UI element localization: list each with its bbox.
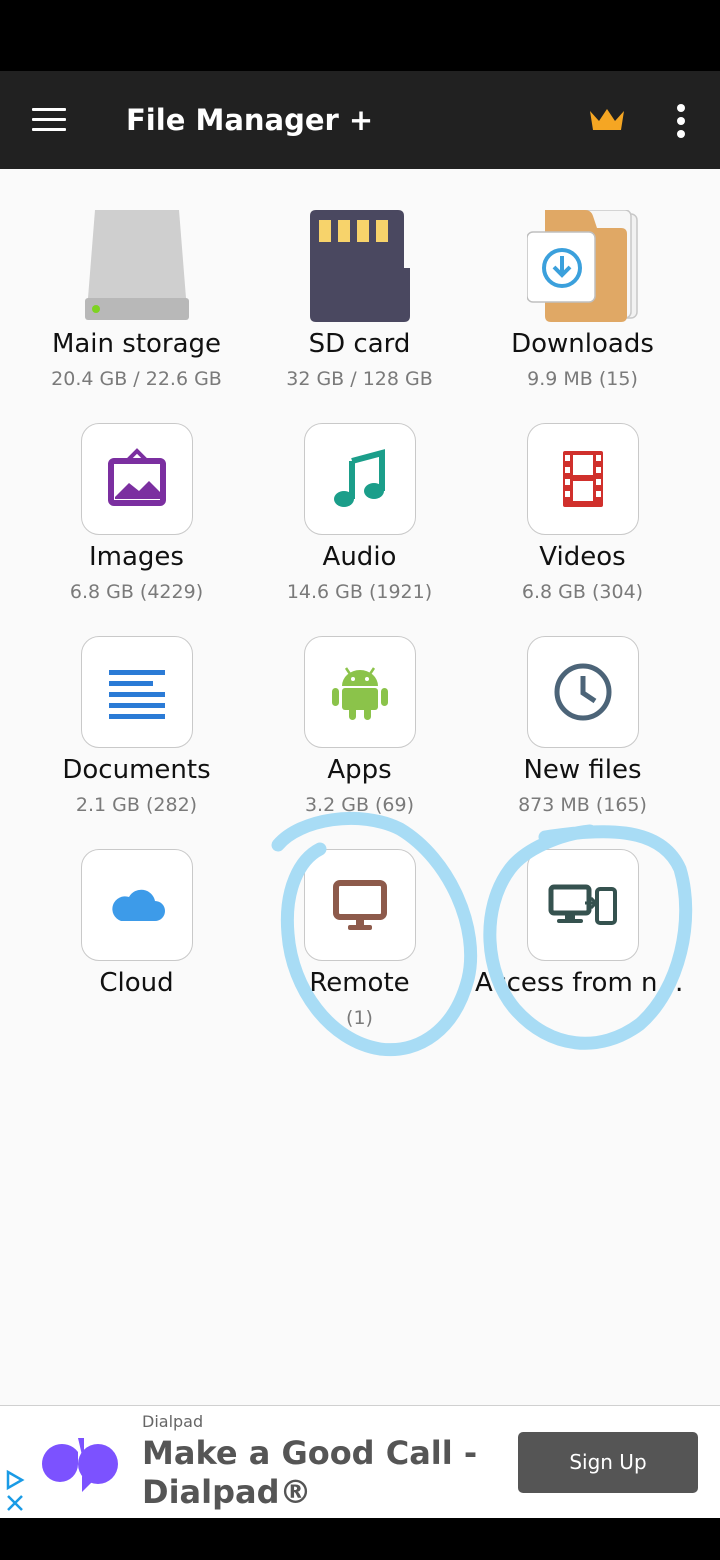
film-strip-icon [527,423,639,535]
sd-card-icon [304,210,416,322]
navigation-bar [0,1518,720,1560]
tile-videos[interactable]: Videos 6.8 GB (304) [471,382,694,603]
app-bar: File Manager + [0,71,720,169]
document-lines-icon [81,636,193,748]
tile-remote[interactable]: Remote (1) [248,808,471,1029]
tile-new-files[interactable]: New files 873 MB (165) [471,595,694,816]
tile-audio[interactable]: Audio 14.6 GB (1921) [248,382,471,603]
category-grid: Main storage 20.4 GB / 22.6 GB SD card 3… [0,169,720,1405]
hard-drive-icon [81,210,193,322]
music-note-icon [304,423,416,535]
status-bar [0,0,720,71]
tile-cloud[interactable]: Cloud [25,808,248,1008]
monitor-icon [304,849,416,961]
tile-label: Videos [539,542,626,572]
tile-access-from-network[interactable]: Access from ne… [471,808,694,1008]
downloads-folder-icon [527,210,639,322]
ad-headline[interactable]: Make a Good Call - Dialpad® [142,1434,492,1512]
tile-documents[interactable]: Documents 2.1 GB (282) [25,595,248,816]
tile-label: New files [523,755,642,785]
more-vertical-icon[interactable] [660,97,702,143]
tile-downloads[interactable]: Downloads 9.9 MB (15) [471,169,694,390]
tile-label: Documents [62,755,211,785]
tile-label: Remote [309,968,410,998]
ad-choices-icon[interactable] [4,1468,26,1514]
cloud-icon [81,849,193,961]
image-frame-icon [81,423,193,535]
tile-label: Audio [322,542,397,572]
dialpad-logo [38,1428,124,1498]
clock-icon [527,636,639,748]
tile-images[interactable]: Images 6.8 GB (4229) [25,382,248,603]
ad-banner[interactable]: Dialpad Make a Good Call - Dialpad® Sign… [0,1405,720,1518]
app-title: File Manager + [126,103,374,137]
tile-label: Downloads [511,329,654,359]
tile-sublabel: (1) [346,1007,373,1029]
ad-sign-up-button[interactable]: Sign Up [518,1432,698,1493]
tile-label: Apps [327,755,392,785]
tile-sd-card[interactable]: SD card 32 GB / 128 GB [248,169,471,390]
tile-label: Access from ne… [475,968,694,998]
tile-label: Main storage [51,329,222,359]
tile-label: Images [89,542,184,572]
ad-advertiser: Dialpad [142,1412,204,1431]
tile-main-storage[interactable]: Main storage 20.4 GB / 22.6 GB [25,169,248,390]
android-icon [304,636,416,748]
menu-icon[interactable] [18,97,80,143]
tile-label: SD card [308,329,411,359]
tile-apps[interactable]: Apps 3.2 GB (69) [248,595,471,816]
tile-label: Cloud [99,968,174,998]
devices-transfer-icon [527,849,639,961]
crown-icon[interactable] [582,99,632,141]
